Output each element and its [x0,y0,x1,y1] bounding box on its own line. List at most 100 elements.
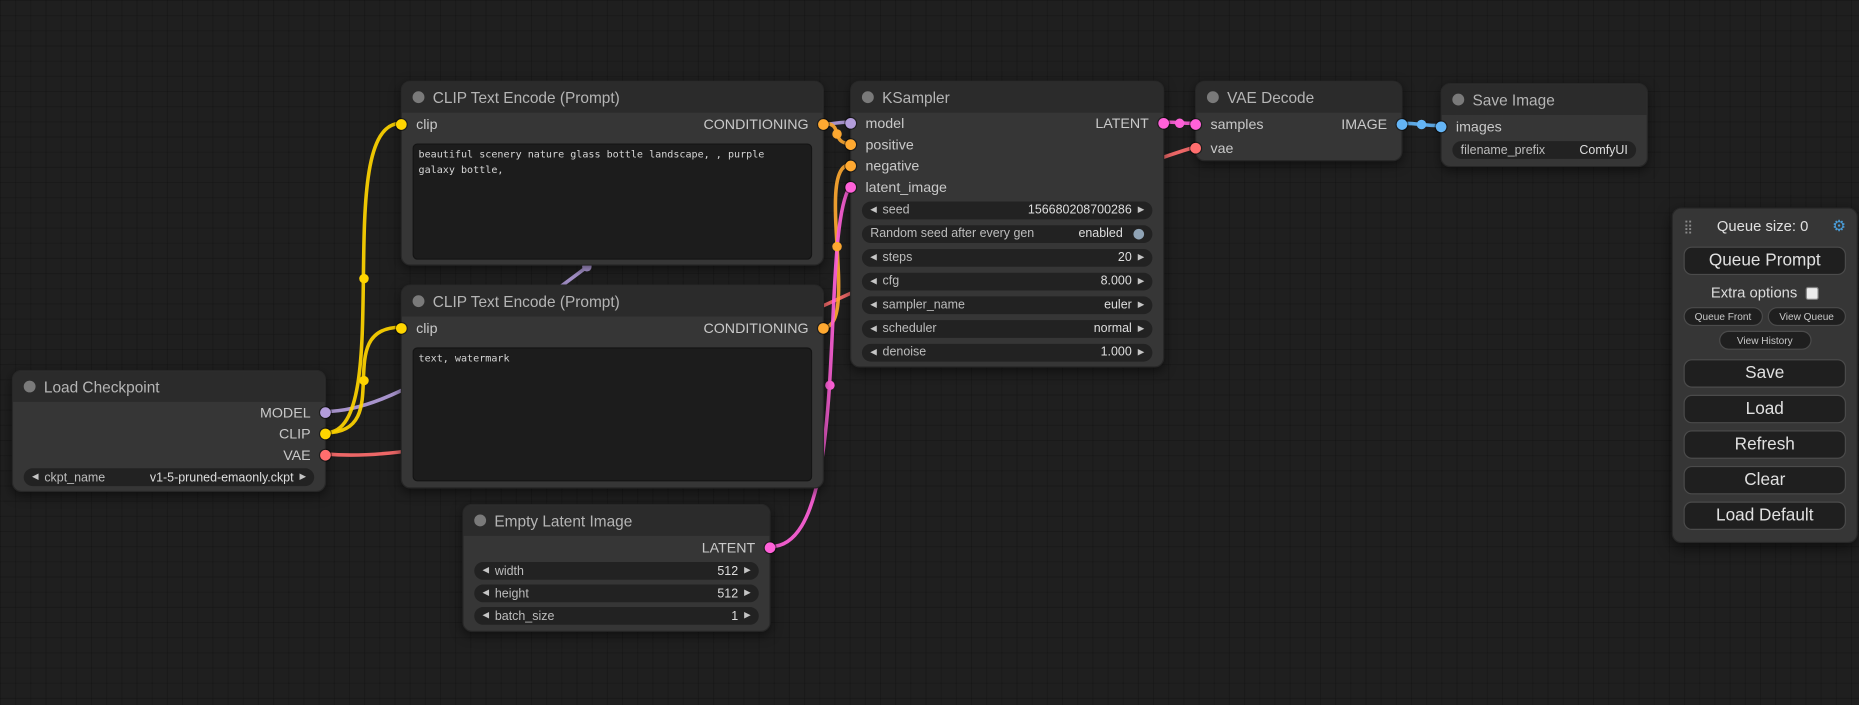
arrow-left-icon[interactable]: ◀ [870,206,876,214]
node-title-bar[interactable]: Load Checkpoint [13,371,325,402]
widget-filename-prefix[interactable]: filename_prefix ComfyUI [1452,141,1636,159]
arrow-left-icon[interactable]: ◀ [483,589,489,597]
arrow-right-icon[interactable]: ▶ [744,567,750,575]
output-slot-latent[interactable] [765,542,776,553]
output-slot-conditioning[interactable] [818,119,829,130]
input-label-latent-image: latent_image [865,179,946,196]
collapse-dot-icon[interactable] [413,295,425,307]
comfyui-menu-panel[interactable]: ⣿ Queue size: 0 ⚙ Queue Prompt Extra opt… [1672,207,1858,543]
collapse-dot-icon[interactable] [474,515,486,527]
widget-width[interactable]: ◀ width 512 ▶ [474,562,759,580]
widget-value: 512 [717,586,738,600]
input-slot-model[interactable] [845,118,856,129]
save-button[interactable]: Save [1684,359,1846,387]
widget-label: Random seed after every gen [870,226,1034,240]
arrow-right-icon[interactable]: ▶ [299,473,305,481]
arrow-right-icon[interactable]: ▶ [1138,324,1144,332]
input-label-images: images [1456,119,1502,136]
node-title-bar[interactable]: Save Image [1442,84,1647,115]
input-slot-negative[interactable] [845,161,856,172]
node-empty-latent-image[interactable]: Empty Latent Image LATENT ◀ width 512 ▶ … [462,504,770,632]
output-slot-clip[interactable] [320,429,331,440]
output-label-conditioning: CONDITIONING [703,116,808,133]
widget-ckpt-name[interactable]: ◀ ckpt_name v1-5-pruned-emaonly.ckpt ▶ [24,468,314,486]
node-canvas[interactable]: Load Checkpoint MODEL CLIP VAE ◀ ckpt_na… [0,0,1859,705]
collapse-dot-icon[interactable] [1207,91,1219,103]
node-title: KSampler [882,88,950,106]
input-slot-images[interactable] [1436,122,1447,133]
prompt-textarea[interactable]: beautiful scenery nature glass bottle la… [413,143,813,259]
output-slot-latent[interactable] [1158,118,1169,129]
input-slot-latent-image[interactable] [845,182,856,193]
extra-options-label: Extra options [1711,285,1798,302]
node-load-checkpoint[interactable]: Load Checkpoint MODEL CLIP VAE ◀ ckpt_na… [12,370,326,492]
arrow-left-icon[interactable]: ◀ [870,301,876,309]
collapse-dot-icon[interactable] [413,91,425,103]
widget-denoise[interactable]: ◀ denoise 1.000 ▶ [862,343,1152,361]
widget-steps[interactable]: ◀ steps 20 ▶ [862,248,1152,266]
input-slot-clip[interactable] [396,323,407,334]
collapse-dot-icon[interactable] [862,91,874,103]
input-slot-positive[interactable] [845,139,856,150]
arrow-left-icon[interactable]: ◀ [483,612,489,620]
input-slot-clip[interactable] [396,119,407,130]
collapse-dot-icon[interactable] [24,381,36,393]
node-ksampler[interactable]: KSampler model LATENT positive negative … [850,81,1164,368]
extra-options-checkbox[interactable] [1806,286,1819,299]
node-title-bar[interactable]: Empty Latent Image [464,505,770,536]
output-slot-image[interactable] [1397,119,1408,130]
load-default-button[interactable]: Load Default [1684,502,1846,530]
arrow-right-icon[interactable]: ▶ [1138,301,1144,309]
widget-value: ComfyUI [1579,143,1627,157]
widget-batch-size[interactable]: ◀ batch_size 1 ▶ [474,607,759,625]
node-clip-text-encode-negative[interactable]: CLIP Text Encode (Prompt) clip CONDITION… [401,285,824,489]
widget-cfg[interactable]: ◀ cfg 8.000 ▶ [862,272,1152,290]
output-slot-conditioning[interactable] [818,323,829,334]
prompt-textarea[interactable]: text, watermark [413,347,813,481]
output-slot-model[interactable] [320,407,331,418]
widget-label: height [495,586,529,600]
widget-sampler-name[interactable]: ◀ sampler_name euler ▶ [862,296,1152,314]
arrow-left-icon[interactable]: ◀ [483,567,489,575]
arrow-right-icon[interactable]: ▶ [744,589,750,597]
arrow-right-icon[interactable]: ▶ [744,612,750,620]
node-title-bar[interactable]: VAE Decode [1196,82,1401,113]
arrow-right-icon[interactable]: ▶ [1138,206,1144,214]
arrow-right-icon[interactable]: ▶ [1138,277,1144,285]
clear-button[interactable]: Clear [1684,466,1846,494]
node-title-bar[interactable]: KSampler [851,82,1163,113]
node-clip-text-encode-positive[interactable]: CLIP Text Encode (Prompt) clip CONDITION… [401,81,824,266]
arrow-left-icon[interactable]: ◀ [870,277,876,285]
widget-seed[interactable]: ◀ seed 156680208700286 ▶ [862,201,1152,219]
arrow-right-icon[interactable]: ▶ [1138,348,1144,356]
view-queue-button[interactable]: View Queue [1767,307,1846,326]
node-title: Load Checkpoint [44,378,160,396]
queue-front-button[interactable]: Queue Front [1684,307,1763,326]
queue-prompt-button[interactable]: Queue Prompt [1684,247,1846,275]
refresh-button[interactable]: Refresh [1684,430,1846,458]
node-vae-decode[interactable]: VAE Decode samples IMAGE vae [1195,81,1402,162]
output-slot-vae[interactable] [320,450,331,461]
node-save-image[interactable]: Save Image images filename_prefix ComfyU… [1441,83,1648,167]
widget-value: 20 [1118,250,1132,264]
node-title: CLIP Text Encode (Prompt) [433,292,620,310]
widget-height[interactable]: ◀ height 512 ▶ [474,585,759,603]
arrow-left-icon[interactable]: ◀ [870,253,876,261]
widget-random-seed-toggle[interactable]: Random seed after every gen enabled [862,225,1152,243]
widget-scheduler[interactable]: ◀ scheduler normal ▶ [862,320,1152,338]
arrow-left-icon[interactable]: ◀ [870,324,876,332]
wire-dot-clip2 [359,376,368,385]
node-title-bar[interactable]: CLIP Text Encode (Prompt) [402,286,823,317]
view-history-button[interactable]: View History [1719,331,1811,350]
arrow-left-icon[interactable]: ◀ [870,348,876,356]
toggle-indicator-icon[interactable] [1133,228,1144,239]
drag-handle-icon[interactable]: ⣿ [1684,219,1694,234]
node-title-bar[interactable]: CLIP Text Encode (Prompt) [402,82,823,113]
load-button[interactable]: Load [1684,395,1846,423]
settings-gear-icon[interactable]: ⚙ [1832,217,1846,236]
arrow-right-icon[interactable]: ▶ [1138,253,1144,261]
input-slot-vae[interactable] [1190,143,1201,154]
arrow-left-icon[interactable]: ◀ [32,473,38,481]
collapse-dot-icon[interactable] [1452,94,1464,106]
input-slot-samples[interactable] [1190,119,1201,130]
